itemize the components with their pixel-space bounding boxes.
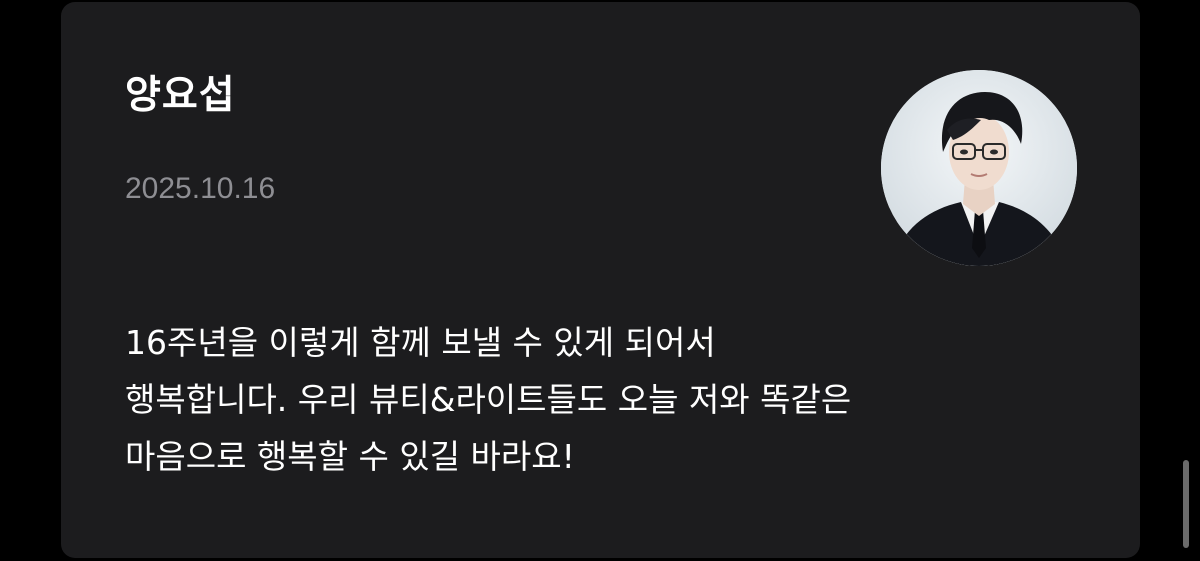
avatar[interactable] xyxy=(881,70,1077,266)
author-name: 양요섭 xyxy=(125,73,236,118)
message-line: 행복합니다. 우리 뷰티&라이트들도 오늘 저와 똑같은 xyxy=(125,380,852,419)
post-card: 양요섭 2025.10.16 16주년을 이렇게 함께 보낼 수 있게 되어서 … xyxy=(61,2,1140,558)
scrollbar-thumb[interactable] xyxy=(1183,460,1189,548)
post-date: 2025.10.16 xyxy=(125,172,276,205)
post-message: 16주년을 이렇게 함께 보낼 수 있게 되어서 행복합니다. 우리 뷰티&라이… xyxy=(125,314,1105,485)
avatar-photo-icon xyxy=(881,70,1077,266)
message-line: 16주년을 이렇게 함께 보낼 수 있게 되어서 xyxy=(125,323,716,362)
message-line: 마음으로 행복할 수 있길 바라요! xyxy=(125,437,575,476)
